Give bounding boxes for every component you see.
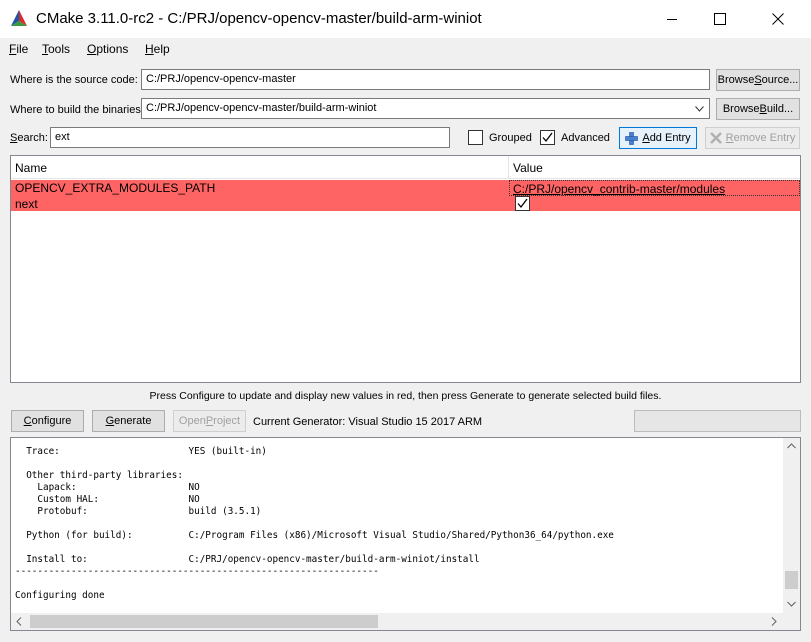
advanced-checkbox[interactable] — [540, 130, 555, 145]
checkmark-icon — [517, 198, 528, 209]
open-project-button[interactable]: Open Project — [173, 410, 246, 432]
add-entry-button[interactable]: Add Entry — [619, 127, 697, 149]
build-path-value: C:/PRJ/opencv-opencv-master/build-arm-wi… — [146, 102, 377, 114]
vertical-scrollbar[interactable] — [783, 438, 800, 613]
configure-button[interactable]: Configure — [11, 410, 84, 432]
source-path-input[interactable]: C:/PRJ/opencv-opencv-master — [141, 69, 710, 90]
plus-icon — [625, 131, 639, 145]
remove-entry-label: Remove Entry — [725, 132, 796, 144]
progress-bar — [634, 410, 801, 432]
menu-bar: File Tools Options Help — [0, 38, 811, 60]
window-title: CMake 3.11.0-rc2 - C:/PRJ/opencv-opencv-… — [36, 10, 482, 27]
horizontal-scroll-thumb[interactable] — [30, 615, 378, 628]
title-bar[interactable]: CMake 3.11.0-rc2 - C:/PRJ/opencv-opencv-… — [0, 0, 811, 38]
grouped-checkbox[interactable] — [468, 130, 483, 145]
scroll-left-icon[interactable] — [16, 617, 22, 626]
build-label: Where to build the binaries: — [10, 104, 144, 116]
menu-tools[interactable]: Tools — [42, 42, 70, 56]
scroll-up-icon[interactable] — [787, 443, 796, 449]
grouped-label: Grouped — [489, 132, 532, 144]
close-icon[interactable] — [755, 0, 801, 38]
chevron-down-icon[interactable] — [695, 106, 704, 112]
cell-name: OPENCV_EXTRA_MODULES_PATH — [15, 181, 216, 195]
browse-build-button[interactable]: Browse Build... — [716, 98, 800, 120]
search-input[interactable]: ext — [50, 127, 450, 148]
output-log[interactable]: Trace: YES (built-in) Other third-party … — [10, 437, 801, 631]
advanced-label: Advanced — [561, 132, 610, 144]
table-row[interactable]: OPENCV_EXTRA_MODULES_PATH C:/PRJ/opencv_… — [11, 180, 800, 196]
search-label: Search: — [10, 132, 48, 144]
build-path-combo[interactable]: C:/PRJ/opencv-opencv-master/build-arm-wi… — [141, 98, 710, 119]
checkmark-icon — [542, 132, 553, 143]
remove-entry-button[interactable]: Remove Entry — [705, 127, 800, 149]
cmake-logo-icon — [11, 10, 27, 26]
maximize-icon[interactable] — [697, 0, 743, 38]
cell-value-checkbox[interactable] — [515, 196, 530, 211]
table-row[interactable]: next — [11, 196, 800, 211]
minimize-icon[interactable] — [649, 0, 695, 38]
hint-text: Press Configure to update and display ne… — [149, 390, 662, 402]
column-header-name[interactable]: Name — [11, 156, 509, 179]
generate-button[interactable]: Generate — [92, 410, 165, 432]
remove-icon — [709, 132, 722, 144]
cache-table[interactable]: Name Value OPENCV_EXTRA_MODULES_PATH C:/… — [10, 155, 801, 383]
scroll-corner — [783, 613, 800, 630]
source-label: Where is the source code: — [10, 74, 138, 86]
menu-help[interactable]: Help — [145, 42, 170, 56]
scroll-right-icon[interactable] — [771, 617, 777, 626]
add-entry-label: Add Entry — [642, 132, 691, 144]
menu-file[interactable]: File — [9, 42, 28, 56]
column-header-value[interactable]: Value — [509, 156, 800, 179]
horizontal-scrollbar[interactable] — [11, 613, 783, 630]
current-generator-text: Current Generator: Visual Studio 15 2017… — [253, 416, 483, 428]
vertical-scroll-thumb[interactable] — [785, 571, 798, 589]
cell-value[interactable]: C:/PRJ/opencv_contrib-master/modules — [509, 180, 800, 196]
browse-source-button[interactable]: Browse Source... — [716, 69, 800, 91]
output-text: Trace: YES (built-in) Other third-party … — [15, 446, 614, 601]
scroll-down-icon[interactable] — [787, 601, 796, 607]
cell-name: next — [15, 197, 38, 211]
menu-options[interactable]: Options — [87, 42, 128, 56]
